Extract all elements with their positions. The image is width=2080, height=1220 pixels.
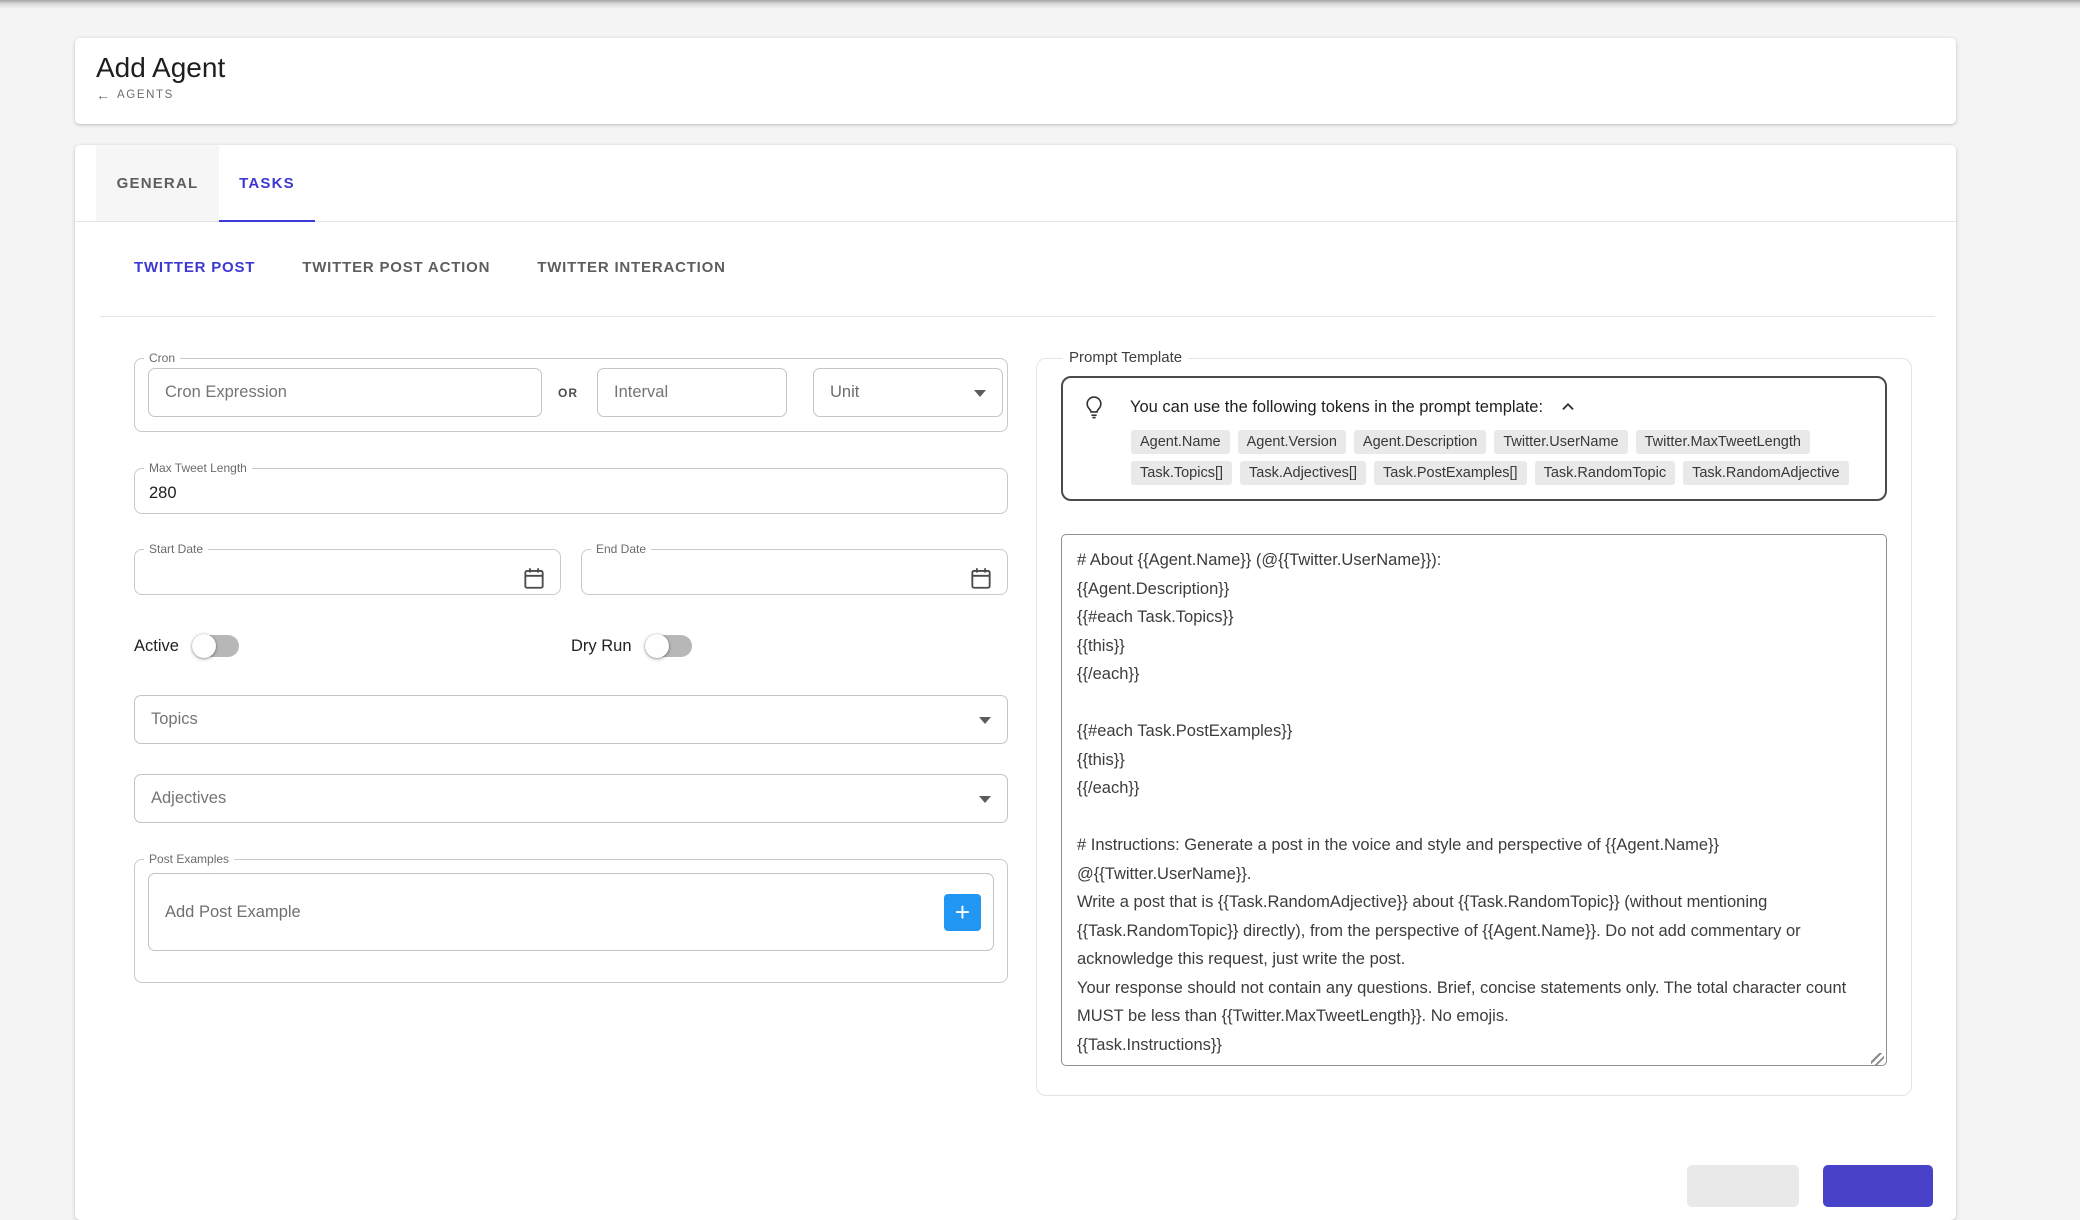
calendar-icon	[521, 565, 547, 591]
dry-run-toggle[interactable]	[647, 635, 692, 657]
prompt-template-fieldset: Prompt Template You can use the followin…	[1036, 352, 1912, 1096]
collapse-tokens-button[interactable]	[1557, 396, 1579, 418]
tabs-bar: GENERAL TASKS	[75, 145, 1956, 222]
max-tweet-length-input[interactable]	[149, 476, 993, 510]
max-tweet-length-legend: Max Tweet Length	[144, 462, 252, 474]
form-card: GENERAL TASKS TWITTER POST TWITTER POST …	[75, 145, 1956, 1220]
or-label: OR	[558, 386, 578, 400]
breadcrumb-back-link[interactable]: ← AGENTS	[96, 89, 1956, 101]
tab-general[interactable]: GENERAL	[96, 145, 219, 221]
start-date-fieldset: Start Date	[134, 543, 561, 595]
active-toggle[interactable]	[194, 635, 239, 657]
dry-run-label: Dry Run	[571, 637, 632, 656]
chevron-down-icon	[979, 796, 991, 803]
toggles-row: Active Dry Run	[134, 635, 1008, 657]
page-title: Add Agent	[96, 51, 1956, 85]
active-label: Active	[134, 637, 179, 656]
start-date-calendar-button[interactable]	[521, 565, 547, 591]
topics-select[interactable]: Topics	[134, 695, 1008, 744]
token-chip[interactable]: Task.Topics[]	[1131, 461, 1232, 485]
token-chip[interactable]: Task.RandomTopic	[1535, 461, 1676, 485]
prompt-textarea-container: # About {{Agent.Name}} (@{{Twitter.UserN…	[1061, 534, 1887, 1071]
token-chip[interactable]: Twitter.MaxTweetLength	[1636, 430, 1810, 454]
resize-handle[interactable]	[1871, 1053, 1884, 1066]
add-post-example-input[interactable]: Add Post Example +	[148, 873, 994, 951]
calendar-icon	[968, 565, 994, 591]
end-date-legend: End Date	[591, 543, 651, 555]
token-chip[interactable]: Agent.Name	[1131, 430, 1230, 454]
token-chip[interactable]: Task.Adjectives[]	[1240, 461, 1366, 485]
token-chip[interactable]: Agent.Version	[1238, 430, 1346, 454]
start-date-input[interactable]	[149, 557, 447, 587]
post-examples-legend: Post Examples	[144, 853, 234, 865]
token-chip[interactable]: Task.PostExamples[]	[1374, 461, 1527, 485]
add-post-example-placeholder: Add Post Example	[165, 903, 944, 922]
token-chip-list: Agent.Name Agent.Version Agent.Descripti…	[1131, 430, 1871, 485]
end-date-input[interactable]	[596, 557, 894, 587]
subtabs-bar: TWITTER POST TWITTER POST ACTION TWITTER…	[75, 259, 1956, 276]
breadcrumb-label: AGENTS	[117, 89, 174, 101]
plus-icon: +	[955, 895, 970, 929]
header-card: Add Agent ← AGENTS	[75, 38, 1956, 124]
unit-select[interactable]: Unit	[813, 368, 1003, 417]
token-chip[interactable]: Twitter.UserName	[1494, 430, 1627, 454]
back-arrow-icon: ←	[96, 89, 110, 101]
tokens-hint-text: You can use the following tokens in the …	[1130, 398, 1543, 417]
chevron-down-icon	[979, 717, 991, 724]
page-container: Add Agent ← AGENTS GENERAL TASKS TWITTER…	[75, 38, 1956, 1220]
max-tweet-length-fieldset: Max Tweet Length	[134, 462, 1008, 514]
post-examples-fieldset: Post Examples Add Post Example +	[134, 853, 1008, 983]
task-form: Cron OR Unit Max Tweet Length	[75, 317, 1956, 1096]
cron-legend: Cron	[144, 352, 180, 364]
right-column: Prompt Template You can use the followin…	[1036, 352, 1912, 1096]
tab-tasks[interactable]: TASKS	[219, 145, 315, 221]
end-date-fieldset: End Date	[581, 543, 1008, 595]
subtab-twitter-post-action[interactable]: TWITTER POST ACTION	[302, 259, 490, 276]
prompt-template-legend: Prompt Template	[1063, 352, 1188, 364]
left-column: Cron OR Unit Max Tweet Length	[134, 352, 1008, 1096]
chevron-down-icon	[974, 390, 986, 397]
end-date-calendar-button[interactable]	[968, 565, 994, 591]
add-post-example-button[interactable]: +	[944, 894, 981, 931]
tokens-panel: You can use the following tokens in the …	[1061, 376, 1887, 501]
adjectives-select-value: Adjectives	[151, 789, 226, 808]
tokens-header: You can use the following tokens in the …	[1077, 390, 1871, 422]
start-date-legend: Start Date	[144, 543, 208, 555]
dry-run-toggle-group: Dry Run	[571, 635, 1008, 657]
subtab-twitter-interaction[interactable]: TWITTER INTERACTION	[537, 259, 726, 276]
adjectives-select[interactable]: Adjectives	[134, 774, 1008, 823]
form-actions	[1687, 1165, 1933, 1207]
prompt-template-textarea[interactable]: # About {{Agent.Name}} (@{{Twitter.UserN…	[1061, 534, 1887, 1066]
topics-select-value: Topics	[151, 710, 198, 729]
primary-action-button[interactable]	[1823, 1165, 1933, 1207]
cron-expression-input[interactable]	[148, 368, 542, 417]
token-chip[interactable]: Agent.Description	[1354, 430, 1486, 454]
token-chip[interactable]: Task.RandomAdjective	[1683, 461, 1849, 485]
unit-select-value: Unit	[830, 383, 859, 402]
toggle-knob	[192, 634, 216, 658]
cron-fieldset: Cron OR Unit	[134, 352, 1008, 432]
interval-input[interactable]	[597, 368, 787, 417]
dates-row: Start Date End Date	[134, 543, 1008, 595]
chevron-up-icon	[1557, 396, 1579, 418]
active-toggle-group: Active	[134, 635, 571, 657]
subtab-twitter-post[interactable]: TWITTER POST	[134, 259, 255, 276]
appbar-shadow	[0, 0, 2080, 9]
lightbulb-icon	[1081, 394, 1107, 420]
toggle-knob	[645, 634, 669, 658]
secondary-action-button[interactable]	[1687, 1165, 1799, 1207]
